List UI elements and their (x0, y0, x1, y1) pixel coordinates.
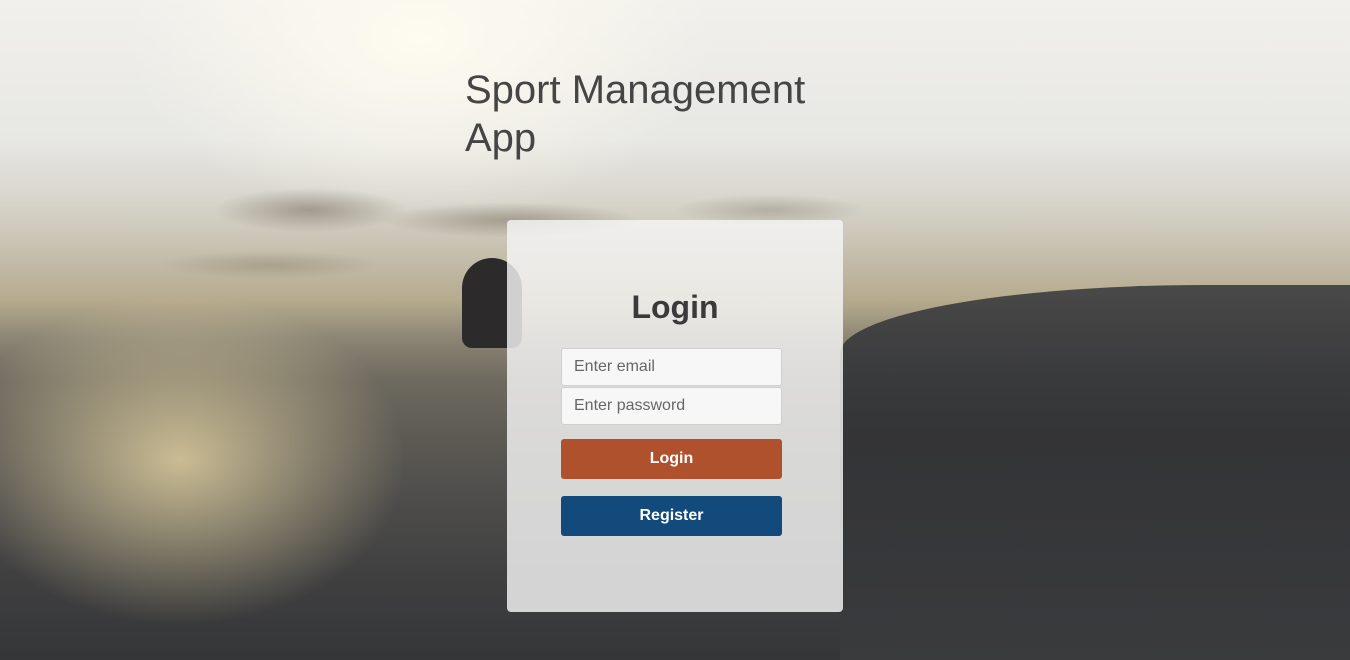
password-field[interactable] (561, 387, 782, 425)
login-button[interactable]: Login (561, 439, 782, 479)
email-field[interactable] (561, 348, 782, 386)
login-heading: Login (631, 289, 719, 325)
ocean-wave (840, 285, 1350, 660)
register-button[interactable]: Register (561, 496, 782, 536)
app-title: Sport Management App (465, 68, 806, 160)
